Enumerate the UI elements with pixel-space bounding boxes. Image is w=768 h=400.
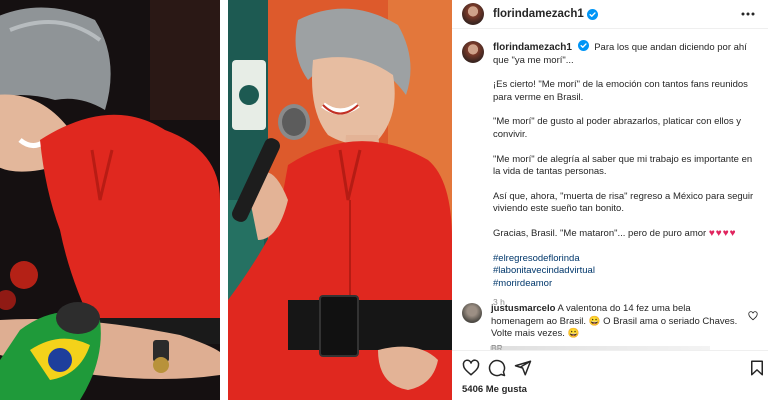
hashtag-link[interactable]: #morirdeamor bbox=[493, 278, 762, 291]
hearts-emoji: ♥♥♥♥ bbox=[708, 227, 737, 239]
likes-count[interactable]: 5406 Me gusta bbox=[462, 384, 527, 395]
post-details-panel: florindamezach1 florindamezach1 Para los… bbox=[452, 0, 768, 400]
caption-paragraph: "Me morí" de alegría al saber que mi tra… bbox=[493, 153, 753, 178]
commenter-username[interactable]: justusmarcelo bbox=[491, 303, 555, 314]
action-bar bbox=[462, 359, 763, 377]
share-icon[interactable] bbox=[514, 359, 532, 377]
verified-icon bbox=[577, 40, 589, 51]
caption-body: florindamezach1 Para los que andan dicie… bbox=[493, 40, 762, 309]
photo-left-illustration bbox=[0, 0, 220, 400]
actions-divider bbox=[452, 350, 768, 351]
heart-icon[interactable] bbox=[748, 311, 758, 321]
post-media[interactable] bbox=[0, 0, 452, 400]
more-options-button[interactable] bbox=[740, 6, 756, 22]
photo-right-illustration bbox=[228, 0, 452, 400]
caption-paragraph: Así que, ahora, "muerta de risa" regreso… bbox=[493, 190, 754, 215]
photo-left bbox=[0, 0, 220, 400]
photo-right bbox=[228, 0, 452, 400]
author-username[interactable]: florindamezach1 bbox=[493, 8, 584, 20]
comment-icon[interactable] bbox=[488, 359, 506, 377]
post-header: florindamezach1 bbox=[452, 0, 768, 28]
verified-icon bbox=[586, 8, 598, 20]
hashtag-list: #elregresodeflorinda #labonitavecindadvi… bbox=[493, 253, 762, 291]
more-icon bbox=[741, 12, 755, 16]
caption-username[interactable]: florindamezach1 bbox=[493, 42, 572, 53]
hashtag-link[interactable]: #elregresodeflorinda bbox=[493, 253, 762, 266]
caption-paragraph: ¡Es cierto! "Me morí" de la emoción con … bbox=[493, 79, 748, 103]
caption-paragraph: "Me morí" de gusto al poder abrazarlos, … bbox=[493, 116, 742, 140]
author-avatar[interactable] bbox=[462, 3, 484, 25]
heart-icon[interactable] bbox=[462, 359, 480, 377]
bookmark-icon[interactable] bbox=[748, 359, 766, 377]
caption-avatar[interactable] bbox=[462, 41, 484, 63]
commenter-avatar[interactable] bbox=[462, 303, 482, 323]
hashtag-link[interactable]: #labonitavecindadvirtual bbox=[493, 265, 762, 278]
caption: florindamezach1 Para los que andan dicie… bbox=[462, 40, 762, 309]
caption-closing: Gracias, Brasil. "Me mataron"... pero de… bbox=[493, 227, 737, 239]
header-divider bbox=[452, 28, 768, 29]
